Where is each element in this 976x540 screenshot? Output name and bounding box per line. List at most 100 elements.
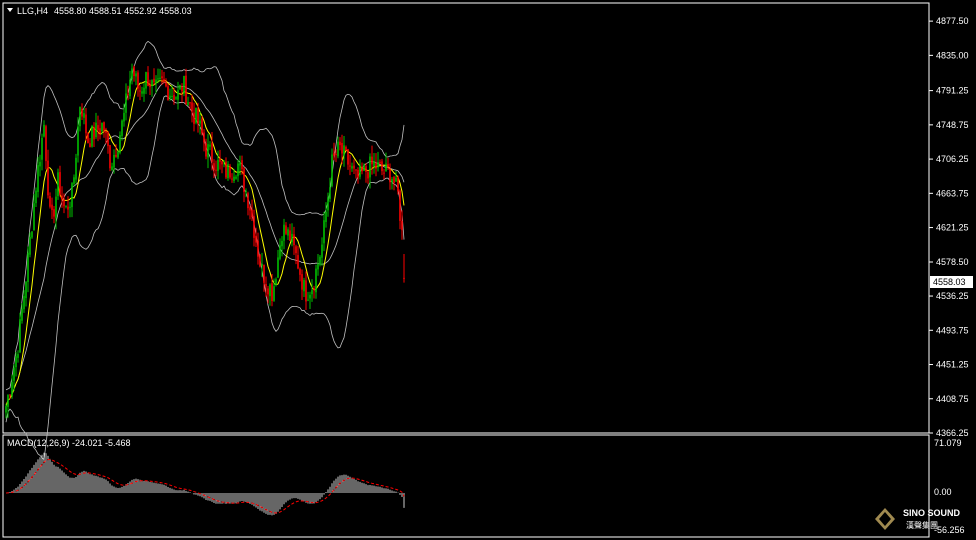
candle-body — [15, 356, 17, 368]
candle-body — [245, 191, 247, 193]
candle-body — [87, 133, 89, 144]
current-price-label: 4558.03 — [933, 277, 966, 287]
price-tick-label: 4835.00 — [936, 50, 969, 60]
candle-body — [311, 290, 313, 295]
candle-body — [255, 235, 257, 243]
candle-body — [345, 146, 347, 151]
candle-body — [287, 229, 289, 236]
macd-tick-label: 0.00 — [934, 487, 952, 497]
candle-body — [121, 120, 123, 136]
candle-body — [79, 106, 81, 127]
price-tick-label: 4578.50 — [936, 257, 969, 267]
candle-body — [365, 166, 367, 172]
candles — [5, 63, 405, 419]
candle-body — [223, 161, 225, 163]
candle-body — [227, 163, 229, 179]
candle-body — [219, 158, 221, 162]
candle-body — [371, 156, 373, 165]
price-tick-label: 4536.25 — [936, 291, 969, 301]
candle-body — [83, 113, 85, 118]
candle-body — [231, 178, 233, 180]
candle-body — [39, 161, 41, 167]
candle-body — [81, 108, 83, 117]
candle-body — [229, 165, 231, 178]
candle-body — [71, 183, 73, 208]
candle-body — [65, 206, 67, 208]
candle-body — [97, 125, 99, 130]
dropdown-triangle-icon[interactable] — [7, 8, 13, 12]
candle-body — [19, 319, 21, 353]
candle-body — [349, 165, 351, 167]
candle-body — [333, 153, 335, 156]
candle-body — [11, 381, 13, 397]
candle-body — [291, 233, 293, 243]
price-axis[interactable]: 4877.50 4835.00 4791.25 4748.75 4706.25 4663.… — [929, 16, 969, 438]
candle-body — [303, 279, 305, 292]
candle-body — [225, 161, 227, 178]
price-tick-label: 4621.25 — [936, 223, 969, 233]
candle-body — [369, 156, 371, 178]
candle-body — [327, 197, 329, 211]
candle-body — [249, 207, 251, 211]
candle-body — [337, 141, 339, 157]
candle-body — [217, 159, 219, 171]
candle-body — [183, 75, 185, 94]
symbol-timeframe[interactable]: LLG,H4 — [17, 6, 48, 16]
candle-body — [139, 90, 141, 92]
candle-body — [403, 277, 405, 279]
candle-body — [391, 179, 393, 183]
candle-body — [271, 283, 273, 301]
candle-body — [95, 122, 97, 138]
candle-body — [69, 206, 71, 208]
candle-body — [181, 86, 183, 92]
candle-body — [99, 128, 101, 134]
candle-body — [125, 93, 127, 113]
candle-body — [363, 164, 365, 171]
candle-body — [299, 268, 301, 275]
candle-body — [149, 84, 151, 88]
candle-body — [257, 240, 259, 257]
candle-body — [305, 280, 307, 302]
candle-body — [93, 126, 95, 140]
candle-body — [383, 172, 385, 174]
price-tick-label: 4493.75 — [936, 325, 969, 335]
macd-label: MACD(12,26,9) -24.021 -5.468 — [7, 438, 131, 448]
price-tick-label: 4748.75 — [936, 120, 969, 130]
candle-body — [387, 163, 389, 168]
candle-body — [353, 165, 355, 169]
candle-body — [201, 118, 203, 134]
candle-body — [161, 76, 163, 79]
candle-body — [127, 94, 129, 96]
candle-body — [247, 193, 249, 209]
candle-body — [113, 154, 115, 168]
candle-body — [105, 131, 107, 134]
candle-body — [317, 263, 319, 270]
candle-body — [323, 220, 325, 244]
candle-body — [171, 95, 173, 97]
candle-body — [339, 141, 341, 146]
macd-axis[interactable]: 71.079 0.00 -56.256 — [934, 438, 965, 535]
candle-body — [277, 257, 279, 278]
candle-body — [129, 79, 131, 97]
candle-body — [31, 231, 33, 238]
candle-body — [307, 299, 309, 301]
candle-body — [9, 394, 11, 396]
candle-body — [165, 82, 167, 87]
candle-body — [85, 114, 87, 134]
candle-body — [367, 172, 369, 179]
price-tick-label: 4663.75 — [936, 188, 969, 198]
candle-body — [173, 94, 175, 101]
candle-body — [397, 177, 399, 192]
price-tick-label: 4706.25 — [936, 154, 969, 164]
candle-body — [177, 90, 179, 100]
candle-body — [193, 112, 195, 124]
candle-body — [167, 86, 169, 101]
candle-body — [51, 204, 53, 211]
candle-body — [211, 143, 213, 162]
candle-body — [187, 102, 189, 105]
candle-body — [279, 245, 281, 259]
candle-body — [379, 162, 381, 164]
candle-body — [189, 102, 191, 104]
candle-body — [389, 168, 391, 183]
candle-body — [141, 91, 143, 94]
